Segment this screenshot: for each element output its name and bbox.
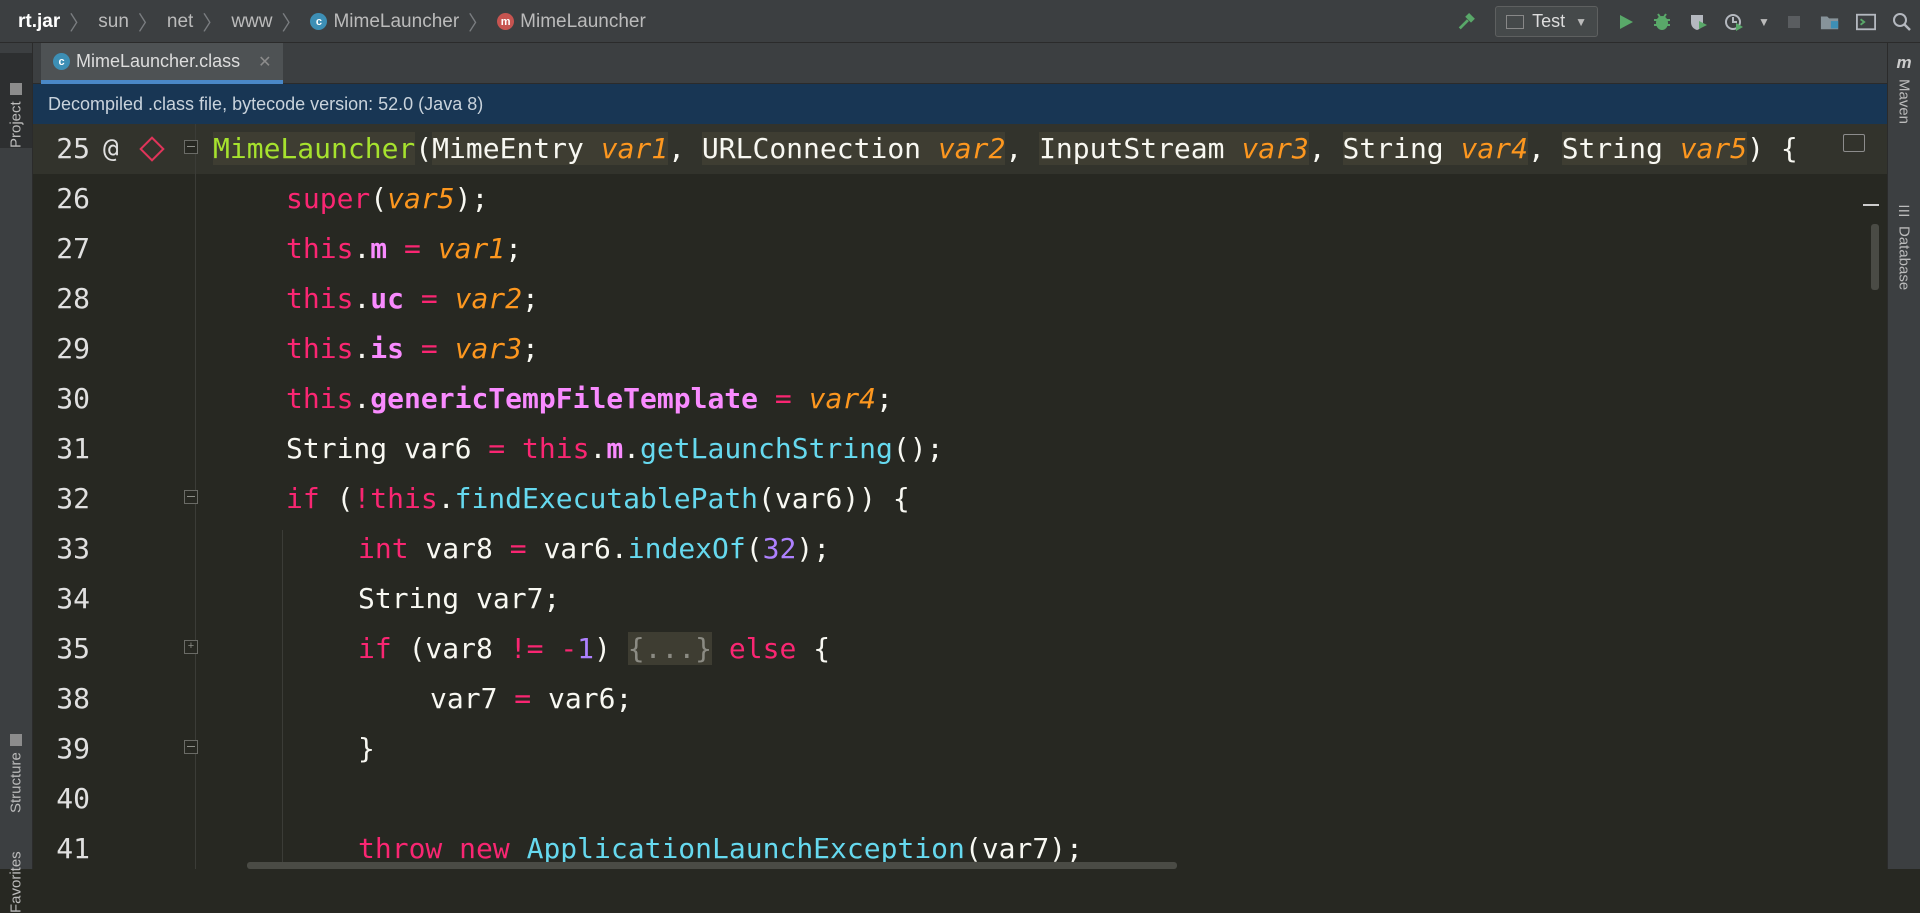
chevron-down-icon: ▼: [1575, 14, 1587, 29]
code-line[interactable]: 28 this.uc = var2;: [33, 274, 1887, 324]
line-number: 31: [56, 432, 90, 465]
scroll-marker: [1863, 204, 1879, 206]
project-tool-button[interactable]: Project: [0, 53, 32, 148]
maven-logo-icon: m: [1896, 53, 1912, 72]
breadcrumb-separator-icon: 〉: [281, 13, 302, 35]
database-tool-button[interactable]: ☰ Database: [1888, 203, 1920, 323]
search-everywhere-icon[interactable]: [1892, 12, 1912, 32]
code-text: this.is = var3;: [286, 332, 539, 365]
implementing-method-diamond-icon[interactable]: [139, 136, 165, 162]
code-line[interactable]: 29 this.is = var3;: [33, 324, 1887, 374]
line-number: 34: [56, 582, 90, 615]
reader-mode-icon[interactable]: [1843, 134, 1865, 152]
breadcrumb: rt.jar 〉 sun 〉 net 〉 www 〉 c MimeLaunche…: [18, 0, 646, 43]
code-line[interactable]: 34 String var7;: [33, 574, 1887, 624]
code-line[interactable]: 30 this.genericTempFileTemplate = var4;: [33, 374, 1887, 424]
breadcrumb-item-class[interactable]: c MimeLauncher: [310, 11, 459, 33]
fold-collapse-icon[interactable]: [184, 490, 198, 504]
line-number: 40: [56, 782, 90, 815]
editor-tab-bar: c MimeLauncher.class ✕: [33, 43, 1887, 84]
line-number: 25: [56, 132, 90, 165]
line-number: 28: [56, 282, 90, 315]
breadcrumb-item-www[interactable]: www: [231, 11, 272, 33]
code-line[interactable]: 39 }: [33, 724, 1887, 774]
breadcrumb-item-method[interactable]: m MimeLauncher: [497, 11, 646, 33]
breadcrumb-item-sun[interactable]: sun: [98, 11, 129, 33]
line-number: 33: [56, 532, 90, 565]
breadcrumb-separator-icon: 〉: [137, 13, 158, 35]
terminal-icon[interactable]: [1856, 12, 1876, 32]
breadcrumb-item-rt-jar[interactable]: rt.jar: [18, 11, 60, 33]
code-text: super(var5);: [286, 182, 489, 215]
line-number: 38: [56, 682, 90, 715]
breadcrumb-separator-icon: 〉: [468, 13, 489, 35]
code-text: var7 = var6;: [430, 682, 633, 715]
line-number: 29: [56, 332, 90, 365]
run-configuration-select[interactable]: Test ▼: [1495, 6, 1598, 37]
code-text: int var8 = var6.indexOf(32);: [358, 532, 831, 565]
code-line[interactable]: 35 + if (var8 != -1) {...} else {: [33, 624, 1887, 674]
configuration-icon: [1506, 14, 1525, 29]
debug-bug-icon[interactable]: [1652, 12, 1672, 32]
stop-icon[interactable]: [1784, 12, 1804, 32]
horizontal-scrollbar[interactable]: [247, 862, 1177, 869]
build-hammer-icon[interactable]: [1457, 12, 1477, 32]
line-number: 39: [56, 732, 90, 765]
code-line[interactable]: 31 String var6 = this.m.getLaunchString(…: [33, 424, 1887, 474]
breadcrumb-separator-icon: 〉: [69, 13, 90, 35]
code-text: String var6 = this.m.getLaunchString();: [286, 432, 944, 465]
fold-end-icon[interactable]: [184, 740, 198, 754]
editor-tab-mimelauncher-class[interactable]: c MimeLauncher.class ✕: [41, 43, 284, 84]
code-line[interactable]: 38 var7 = var6;: [33, 674, 1887, 724]
folder-icon: [10, 83, 22, 96]
chevron-down-icon[interactable]: ▼: [1758, 12, 1770, 32]
navigation-bar: rt.jar 〉 sun 〉 net 〉 www 〉 c MimeLaunche…: [0, 0, 1920, 43]
project-structure-icon[interactable]: [1820, 12, 1840, 32]
maven-tool-button[interactable]: m Maven: [1888, 53, 1920, 173]
breadcrumb-separator-icon: 〉: [202, 13, 223, 35]
code-text: String var7;: [358, 582, 561, 615]
class-file-icon: c: [53, 53, 70, 70]
method-icon: m: [497, 13, 515, 30]
decompiled-notice-banner: Decompiled .class file, bytecode version…: [33, 84, 1887, 124]
left-tool-strip: Project Structure Favorites: [0, 43, 33, 913]
code-line[interactable]: 32 if (!this.findExecutablePath(var6)) {: [33, 474, 1887, 524]
code-editor[interactable]: 25 @ MimeLauncher(MimeEntry var1, URLCon…: [33, 124, 1887, 869]
structure-tool-button[interactable]: Structure: [0, 673, 32, 813]
close-icon[interactable]: ✕: [258, 52, 271, 72]
main-toolbar: Test ▼ ▼: [1449, 0, 1920, 43]
vertical-scrollbar[interactable]: [1871, 224, 1879, 290]
code-text: MimeLauncher(MimeEntry var1, URLConnecti…: [213, 132, 1798, 165]
code-text: this.uc = var2;: [286, 282, 539, 315]
run-icon[interactable]: [1616, 12, 1636, 32]
favorites-tool-button[interactable]: Favorites: [0, 833, 32, 913]
code-text: }: [358, 732, 375, 765]
class-icon: c: [310, 13, 328, 30]
database-icon: ☰: [1897, 203, 1911, 219]
structure-icon: [10, 734, 22, 747]
fold-expand-icon[interactable]: +: [184, 640, 198, 654]
annotation-at-icon: @: [103, 134, 119, 164]
profiler-icon[interactable]: [1724, 12, 1744, 32]
line-number: 41: [56, 832, 90, 865]
code-text: this.m = var1;: [286, 232, 523, 265]
right-tool-strip: m Maven ☰ Database: [1887, 43, 1920, 869]
run-with-coverage-icon[interactable]: [1688, 12, 1708, 32]
breadcrumb-item-net[interactable]: net: [167, 11, 193, 33]
folded-code-block[interactable]: {...}: [627, 632, 713, 665]
code-line[interactable]: 33 int var8 = var6.indexOf(32);: [33, 524, 1887, 574]
code-line[interactable]: 25 @ MimeLauncher(MimeEntry var1, URLCon…: [33, 124, 1887, 174]
code-line[interactable]: 26 super(var5);: [33, 174, 1887, 224]
line-number: 30: [56, 382, 90, 415]
line-number: 26: [56, 182, 90, 215]
code-text: this.genericTempFileTemplate = var4;: [286, 382, 893, 415]
fold-collapse-icon[interactable]: [184, 140, 198, 154]
code-line[interactable]: 27 this.m = var1;: [33, 224, 1887, 274]
code-text: if (var8 != -1) {...} else {: [358, 632, 831, 665]
code-text: if (!this.findExecutablePath(var6)) {: [286, 482, 910, 515]
line-number: 27: [56, 232, 90, 265]
line-number: 32: [56, 482, 90, 515]
line-number: 35: [56, 632, 90, 665]
code-line[interactable]: 40: [33, 774, 1887, 824]
